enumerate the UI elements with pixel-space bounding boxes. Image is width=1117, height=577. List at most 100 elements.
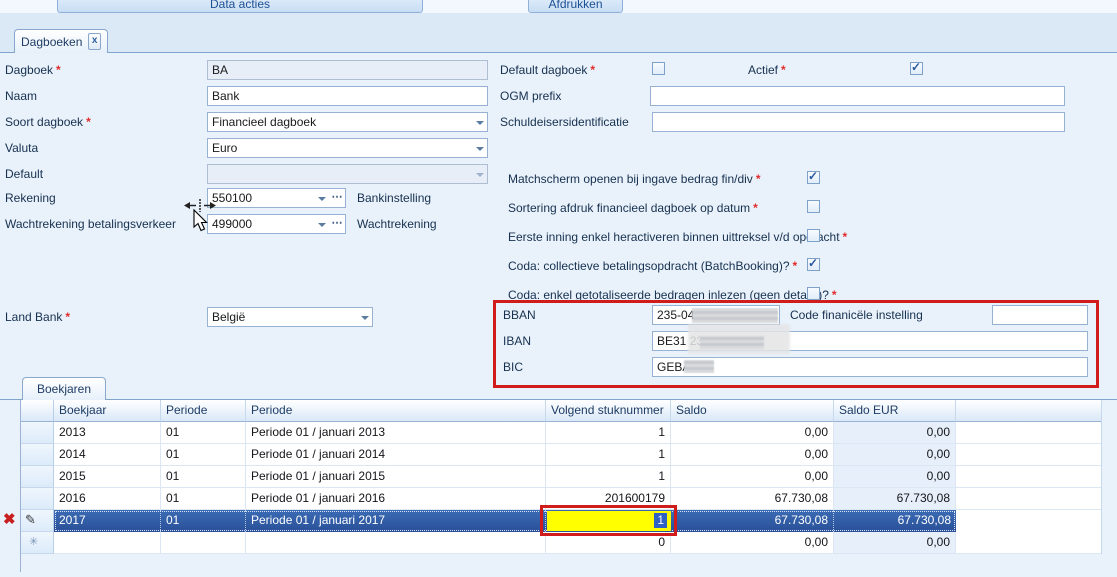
chevron-down-icon[interactable] [472, 113, 487, 131]
cell-filler [956, 422, 1101, 444]
naam-field[interactable]: Bank [207, 86, 488, 106]
tabbar-divider [0, 52, 1117, 53]
cell-volgend-stuknummer[interactable]: 1 [546, 422, 671, 444]
rekening-label: Rekening [5, 191, 56, 205]
cell-volgend-stuknummer[interactable]: 1 [546, 466, 671, 488]
col-header-periode-omschrijving[interactable]: Periode [246, 400, 546, 422]
cell-boekjaar[interactable]: 2016 [54, 488, 161, 510]
cell-volgend-stuknummer[interactable]: 0 [546, 532, 671, 554]
cell-boekjaar[interactable]: 2017 [54, 510, 161, 532]
cell-saldo[interactable]: 67.730,08 [671, 488, 834, 510]
wachtrekening-select[interactable]: 499000 ⋯ [207, 214, 346, 234]
cell-saldo-eur[interactable]: 0,00 [834, 444, 956, 466]
rekening-select[interactable]: 550100 ⋯ [207, 188, 346, 208]
cell-saldo-eur[interactable]: 67.730,08 [834, 510, 956, 532]
data-acties-button[interactable]: Data acties [57, 0, 423, 13]
required-marker: * [86, 115, 91, 129]
bban-redaction [692, 308, 778, 323]
default-dagboek-checkbox[interactable] [652, 62, 665, 75]
option-sortering-checkbox[interactable] [807, 200, 820, 213]
ellipsis-button[interactable]: ⋯ [329, 215, 345, 233]
chevron-down-icon[interactable] [314, 189, 329, 207]
wachtrekening-label: Wachtrekening betalingsverkeer [5, 217, 176, 231]
chevron-down-icon[interactable] [472, 139, 487, 157]
option-coda-getotaliseerd-checkbox[interactable] [807, 287, 820, 300]
schuldeisersidentificatie-field[interactable] [652, 112, 1065, 132]
cell-periode-label[interactable] [246, 532, 546, 554]
arrow-pointer-icon [194, 210, 207, 231]
tab-boekjaren[interactable]: Boekjaren [22, 377, 106, 400]
col-header-saldo-eur[interactable]: Saldo EUR [834, 400, 956, 422]
cell-saldo-eur[interactable]: 0,00 [834, 422, 956, 444]
selected-row-2017[interactable]: 2017 01 Periode 01 / januari 2017 67.730… [54, 510, 956, 532]
column-resize-cursor [184, 199, 216, 212]
chevron-down-icon[interactable] [357, 308, 372, 326]
volgend-stuknummer-edit-cell[interactable]: 1 [547, 511, 671, 531]
new-row-indicator[interactable]: ✳ [21, 532, 54, 554]
row-indicator[interactable] [21, 444, 54, 466]
actief-label: Actief* [748, 63, 786, 77]
land-bank-label: Land Bank* [5, 310, 70, 324]
col-header-periode[interactable]: Periode [161, 400, 246, 422]
bic-field[interactable]: GEBA [652, 357, 1088, 377]
cell-saldo[interactable]: 67.730,08 [671, 510, 834, 532]
cell-filler [956, 488, 1101, 510]
ogm-prefix-field[interactable] [650, 86, 1065, 106]
row-indicator[interactable] [21, 422, 54, 444]
tab-dagboeken[interactable]: Dagboeken x [14, 29, 108, 53]
soort-dagboek-select[interactable]: Financieel dagboek [207, 112, 488, 132]
cell-boekjaar[interactable]: 2015 [54, 466, 161, 488]
row-indicator[interactable] [21, 488, 54, 510]
cell-periode-label[interactable]: Periode 01 / januari 2016 [246, 488, 546, 510]
cell-periode-label[interactable]: Periode 01 / januari 2013 [246, 422, 546, 444]
close-icon[interactable]: x [88, 33, 101, 50]
col-header-saldo[interactable]: Saldo [671, 400, 834, 422]
code-instelling-field[interactable] [992, 305, 1088, 325]
ellipsis-button[interactable]: ⋯ [329, 189, 345, 207]
row-indicator-editing[interactable]: ✎ [21, 510, 54, 532]
tab-boekjaren-label: Boekjaren [37, 382, 91, 396]
required-marker: * [590, 63, 595, 77]
cell-periode-label[interactable]: Periode 01 / januari 2017 [246, 510, 546, 532]
default-dagboek-label: Default dagboek* [500, 63, 595, 77]
cell-volgend-stuknummer[interactable]: 201600179 [546, 488, 671, 510]
cell-saldo[interactable]: 0,00 [671, 444, 834, 466]
cell-periode[interactable]: 01 [161, 444, 246, 466]
cell-saldo-eur[interactable]: 0,00 [834, 532, 956, 554]
edit-cell-selected-text[interactable]: 1 [654, 513, 667, 528]
valuta-label: Valuta [5, 141, 38, 155]
app-window: Data acties Afdrukken Dagboeken x Dagboe… [0, 0, 1117, 577]
cell-boekjaar[interactable]: 2013 [54, 422, 161, 444]
cell-periode-label[interactable]: Periode 01 / januari 2015 [246, 466, 546, 488]
cell-saldo-eur[interactable]: 67.730,08 [834, 488, 956, 510]
delete-x-icon[interactable]: ✖ [3, 510, 16, 528]
cell-periode[interactable] [161, 532, 246, 554]
col-header-volgend-stuknummer[interactable]: Volgend stuknummer [546, 400, 671, 422]
valuta-select[interactable]: Euro [207, 138, 488, 158]
grid-border-stub [20, 554, 21, 572]
cell-periode[interactable]: 01 [161, 422, 246, 444]
chevron-down-icon[interactable] [314, 215, 329, 233]
cell-periode-label[interactable]: Periode 01 / januari 2014 [246, 444, 546, 466]
cell-periode[interactable]: 01 [161, 466, 246, 488]
actief-checkbox[interactable] [910, 62, 923, 75]
row-indicator[interactable] [21, 466, 54, 488]
cell-saldo[interactable]: 0,00 [671, 422, 834, 444]
option-matchscherm-checkbox[interactable] [807, 171, 820, 184]
option-eerste-inning-checkbox[interactable] [807, 229, 820, 242]
naam-label: Naam [5, 89, 37, 103]
cell-boekjaar[interactable]: 2014 [54, 444, 161, 466]
col-header-boekjaar[interactable]: Boekjaar [54, 400, 161, 422]
afdrukken-button[interactable]: Afdrukken [528, 0, 623, 13]
cell-saldo[interactable]: 0,00 [671, 532, 834, 554]
cell-boekjaar[interactable] [54, 532, 161, 554]
required-marker: * [793, 259, 798, 273]
option-coda-batchbooking-checkbox[interactable] [807, 258, 820, 271]
cell-saldo[interactable]: 0,00 [671, 466, 834, 488]
cell-periode[interactable]: 01 [161, 510, 246, 532]
cell-volgend-stuknummer[interactable]: 1 [546, 444, 671, 466]
cell-saldo-eur[interactable]: 0,00 [834, 466, 956, 488]
row-indicator-header [21, 400, 54, 422]
cell-periode[interactable]: 01 [161, 488, 246, 510]
land-bank-select[interactable]: België [207, 307, 373, 327]
